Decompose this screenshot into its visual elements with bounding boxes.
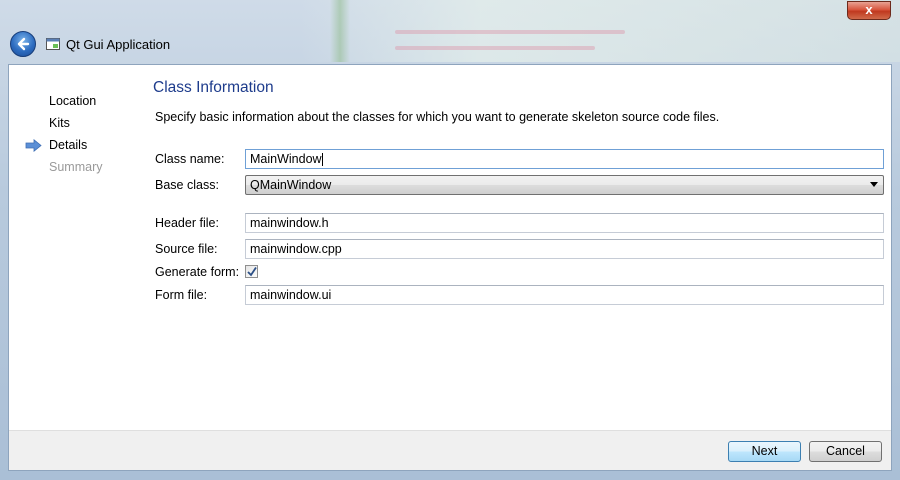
- step-details: Details: [25, 137, 102, 159]
- window-title: Qt Gui Application: [66, 37, 171, 52]
- close-button[interactable]: x: [847, 1, 891, 20]
- header-file-value: mainwindow.h: [250, 216, 329, 230]
- class-name-label: Class name:: [155, 152, 225, 166]
- wizard-client-area: Location Kits Details Summary Class Info…: [8, 64, 892, 471]
- source-file-value: mainwindow.cpp: [250, 242, 342, 256]
- class-name-input[interactable]: MainWindow: [245, 149, 884, 169]
- back-button[interactable]: [10, 31, 36, 57]
- close-icon: x: [865, 2, 873, 17]
- wizard-footer: Next Cancel: [9, 430, 891, 470]
- wizard-steps: Location Kits Details Summary: [25, 93, 102, 181]
- base-class-label: Base class:: [155, 178, 219, 192]
- next-button[interactable]: Next: [728, 441, 801, 462]
- step-label: Summary: [49, 160, 103, 174]
- generate-form-label: Generate form:: [155, 265, 240, 279]
- background-blur: [395, 46, 595, 50]
- step-label: Location: [49, 94, 97, 108]
- form-file-label: Form file:: [155, 288, 208, 302]
- source-file-label: Source file:: [155, 242, 218, 256]
- form-file-value: mainwindow.ui: [250, 288, 332, 302]
- generate-form-checkbox[interactable]: [245, 265, 258, 278]
- page-title: Class Information: [153, 79, 274, 96]
- cancel-button[interactable]: Cancel: [809, 441, 882, 462]
- step-kits: Kits: [49, 115, 102, 137]
- page-description: Specify basic information about the clas…: [155, 110, 720, 124]
- step-location: Location: [49, 93, 102, 115]
- base-class-select[interactable]: QMainWindow: [245, 175, 884, 195]
- step-summary: Summary: [49, 159, 102, 181]
- step-label: Kits: [49, 116, 70, 130]
- source-file-input[interactable]: mainwindow.cpp: [245, 239, 884, 259]
- checkmark-icon: [247, 267, 257, 277]
- window-icon: [46, 38, 60, 50]
- header-file-input[interactable]: mainwindow.h: [245, 213, 884, 233]
- background-blur: [395, 30, 625, 34]
- back-arrow-icon: [17, 37, 30, 51]
- step-label: Details: [49, 138, 88, 152]
- base-class-value: QMainWindow: [250, 178, 332, 192]
- class-name-value: MainWindow: [250, 152, 322, 166]
- window-frame: x Qt Gui Application Location Kits Detai…: [0, 0, 900, 480]
- header-file-label: Header file:: [155, 216, 219, 230]
- current-step-arrow-icon: [25, 139, 42, 152]
- text-caret: [321, 153, 323, 167]
- chevron-down-icon: [870, 182, 878, 187]
- form-file-input[interactable]: mainwindow.ui: [245, 285, 884, 305]
- background-stripe: [330, 0, 350, 62]
